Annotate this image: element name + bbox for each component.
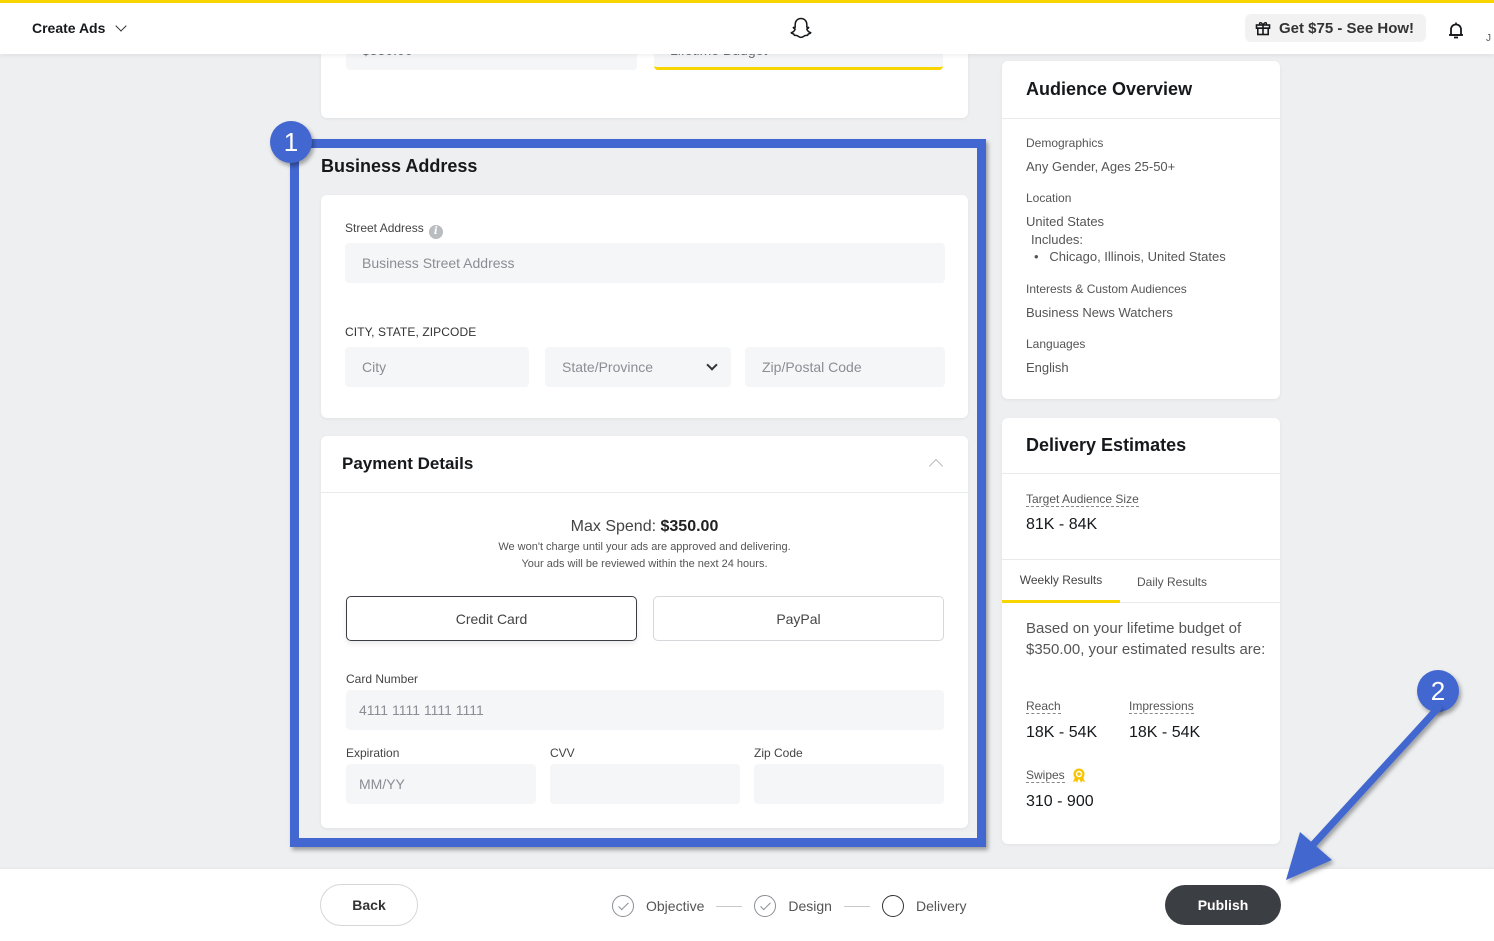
includes-item: • Chicago, Illinois, United States — [1034, 249, 1226, 264]
bell-icon[interactable] — [1447, 21, 1465, 41]
results-description: Based on your lifetime budget of $350.00… — [1026, 620, 1266, 658]
business-address-title: Business Address — [321, 156, 478, 176]
publish-button[interactable]: Publish — [1165, 885, 1281, 925]
location-value: United States — [1026, 214, 1105, 229]
demographics-value: Any Gender, Ages 25-50+ — [1026, 159, 1176, 174]
snapchat-ghost-icon[interactable] — [787, 15, 815, 43]
audience-overview-card: Audience Overview Demographics Any Gende… — [1002, 61, 1280, 399]
includes-label: Includes: — [1031, 232, 1084, 247]
swipes-label-text[interactable]: Swipes — [1026, 768, 1065, 783]
impressions-value: 18K - 54K — [1129, 724, 1201, 741]
demographics-label: Demographics — [1026, 136, 1104, 150]
empty-circle-icon — [881, 895, 904, 917]
includes-item-text: Chicago, Illinois, United States — [1049, 249, 1226, 264]
zip-code-label: Zip Code — [754, 746, 803, 760]
payment-details-header[interactable]: Payment Details — [321, 436, 968, 493]
state-select-value: State/Province — [562, 359, 654, 375]
expiration-label: Expiration — [346, 746, 400, 760]
gift-icon — [1255, 22, 1271, 36]
reach-label-text[interactable]: Reach — [1026, 699, 1061, 714]
award-badge-icon — [1072, 768, 1085, 783]
max-spend: Max Spend: $350.00 — [321, 518, 968, 536]
results-tabs: Weekly Results Daily Results — [1002, 559, 1280, 603]
card-number-label: Card Number — [346, 672, 419, 686]
tab-daily-results[interactable]: Daily Results — [1120, 560, 1224, 603]
step-delivery[interactable]: Delivery — [881, 895, 967, 917]
street-address-label: Street Address i — [345, 221, 443, 239]
city-state-zip-label: CITY, STATE, ZIPCODE — [345, 325, 477, 339]
step-separator — [716, 905, 743, 907]
city-input[interactable]: City — [345, 347, 529, 387]
annotation-badge-2: 2 — [1417, 670, 1459, 712]
step-delivery-label: Delivery — [915, 898, 967, 914]
max-spend-label: Max Spend: — [570, 518, 657, 535]
promo-label: Get $75 - See How! — [1279, 19, 1415, 37]
state-select[interactable]: State/Province — [545, 347, 731, 387]
interests-label: Interests & Custom Audiences — [1026, 282, 1187, 296]
paypal-button[interactable]: PayPal — [653, 596, 944, 641]
location-group: Location United States Includes: • Chica… — [1026, 191, 1226, 264]
zip-postal-input[interactable]: Zip/Postal Code — [745, 347, 945, 387]
street-address-label-text: Street Address — [345, 221, 424, 235]
annotation-arrow-icon — [1286, 704, 1442, 880]
demographics-group: Demographics Any Gender, Ages 25-50+ — [1026, 136, 1175, 176]
location-label: Location — [1026, 191, 1072, 205]
step-design-label: Design — [788, 898, 832, 914]
expiration-input[interactable]: MM/YY — [346, 764, 536, 804]
delivery-estimates-card: Delivery Estimates Target Audience Size … — [1002, 418, 1280, 844]
max-spend-value: $350.00 — [660, 518, 719, 535]
chevron-down-icon — [706, 359, 718, 371]
audience-overview-title: Audience Overview — [1002, 61, 1280, 119]
step-design[interactable]: Design — [754, 895, 832, 917]
swipes-label: Swipes — [1026, 767, 1087, 784]
check-circle-icon — [612, 895, 634, 917]
step-objective[interactable]: Objective — [612, 895, 704, 917]
chevron-up-icon[interactable] — [928, 458, 944, 474]
footer-bar: Back Objective Design Delivery Publish — [0, 869, 1494, 941]
delivery-estimates-title: Delivery Estimates — [1002, 418, 1280, 474]
annotation-badge-1: 1 — [270, 121, 312, 163]
impressions-label-text[interactable]: Impressions — [1129, 699, 1194, 714]
promo-button[interactable]: Get $75 - See How! — [1245, 14, 1427, 42]
payment-details-title: Payment Details — [342, 454, 474, 473]
check-circle-icon — [754, 895, 777, 917]
progress-steps: Objective Design Delivery — [612, 895, 967, 917]
swipes-value: 310 - 900 — [1026, 793, 1094, 810]
target-audience-label: Target Audience Size — [1026, 492, 1139, 507]
payment-details-card: Payment Details Max Spend: $350.00 We wo… — [321, 436, 968, 828]
cvv-label: CVV — [550, 746, 575, 760]
languages-label: Languages — [1026, 337, 1086, 351]
target-audience-value: 81K - 84K — [1026, 516, 1098, 533]
create-ads-menu[interactable]: Create Ads — [32, 19, 128, 36]
zip-code-input[interactable] — [754, 764, 944, 804]
step-objective-label: Objective — [646, 898, 705, 914]
back-button[interactable]: Back — [320, 884, 418, 926]
review-note: Your ads will be reviewed within the nex… — [521, 558, 768, 570]
card-number-input[interactable]: 4111 1111 1111 1111 — [346, 690, 944, 730]
chevron-down-icon — [115, 19, 128, 32]
step-separator — [843, 905, 870, 907]
cvv-input[interactable] — [550, 764, 740, 804]
impressions-label: Impressions — [1129, 699, 1194, 714]
languages-group: Languages English — [1026, 337, 1085, 377]
target-audience-label-text[interactable]: Target Audience Size — [1026, 492, 1139, 507]
interests-group: Interests & Custom Audiences Business Ne… — [1026, 282, 1187, 322]
info-icon[interactable]: i — [428, 225, 443, 239]
charge-note: We won't charge until your ads are appro… — [498, 541, 791, 553]
reach-label: Reach — [1026, 699, 1061, 714]
credit-card-button[interactable]: Credit Card — [346, 596, 637, 641]
business-address-card: Street Address i Business Street Address … — [321, 195, 968, 418]
languages-value: English — [1026, 360, 1069, 375]
interests-value: Business News Watchers — [1026, 305, 1173, 320]
user-name[interactable]: J — [1486, 33, 1491, 44]
top-bar: Create Ads Get $75 - See How! J — [0, 0, 1494, 54]
reach-value: 18K - 54K — [1026, 724, 1098, 741]
tab-weekly-results[interactable]: Weekly Results — [1002, 560, 1120, 603]
street-address-input[interactable]: Business Street Address — [345, 243, 945, 283]
create-ads-label: Create Ads — [32, 20, 106, 36]
